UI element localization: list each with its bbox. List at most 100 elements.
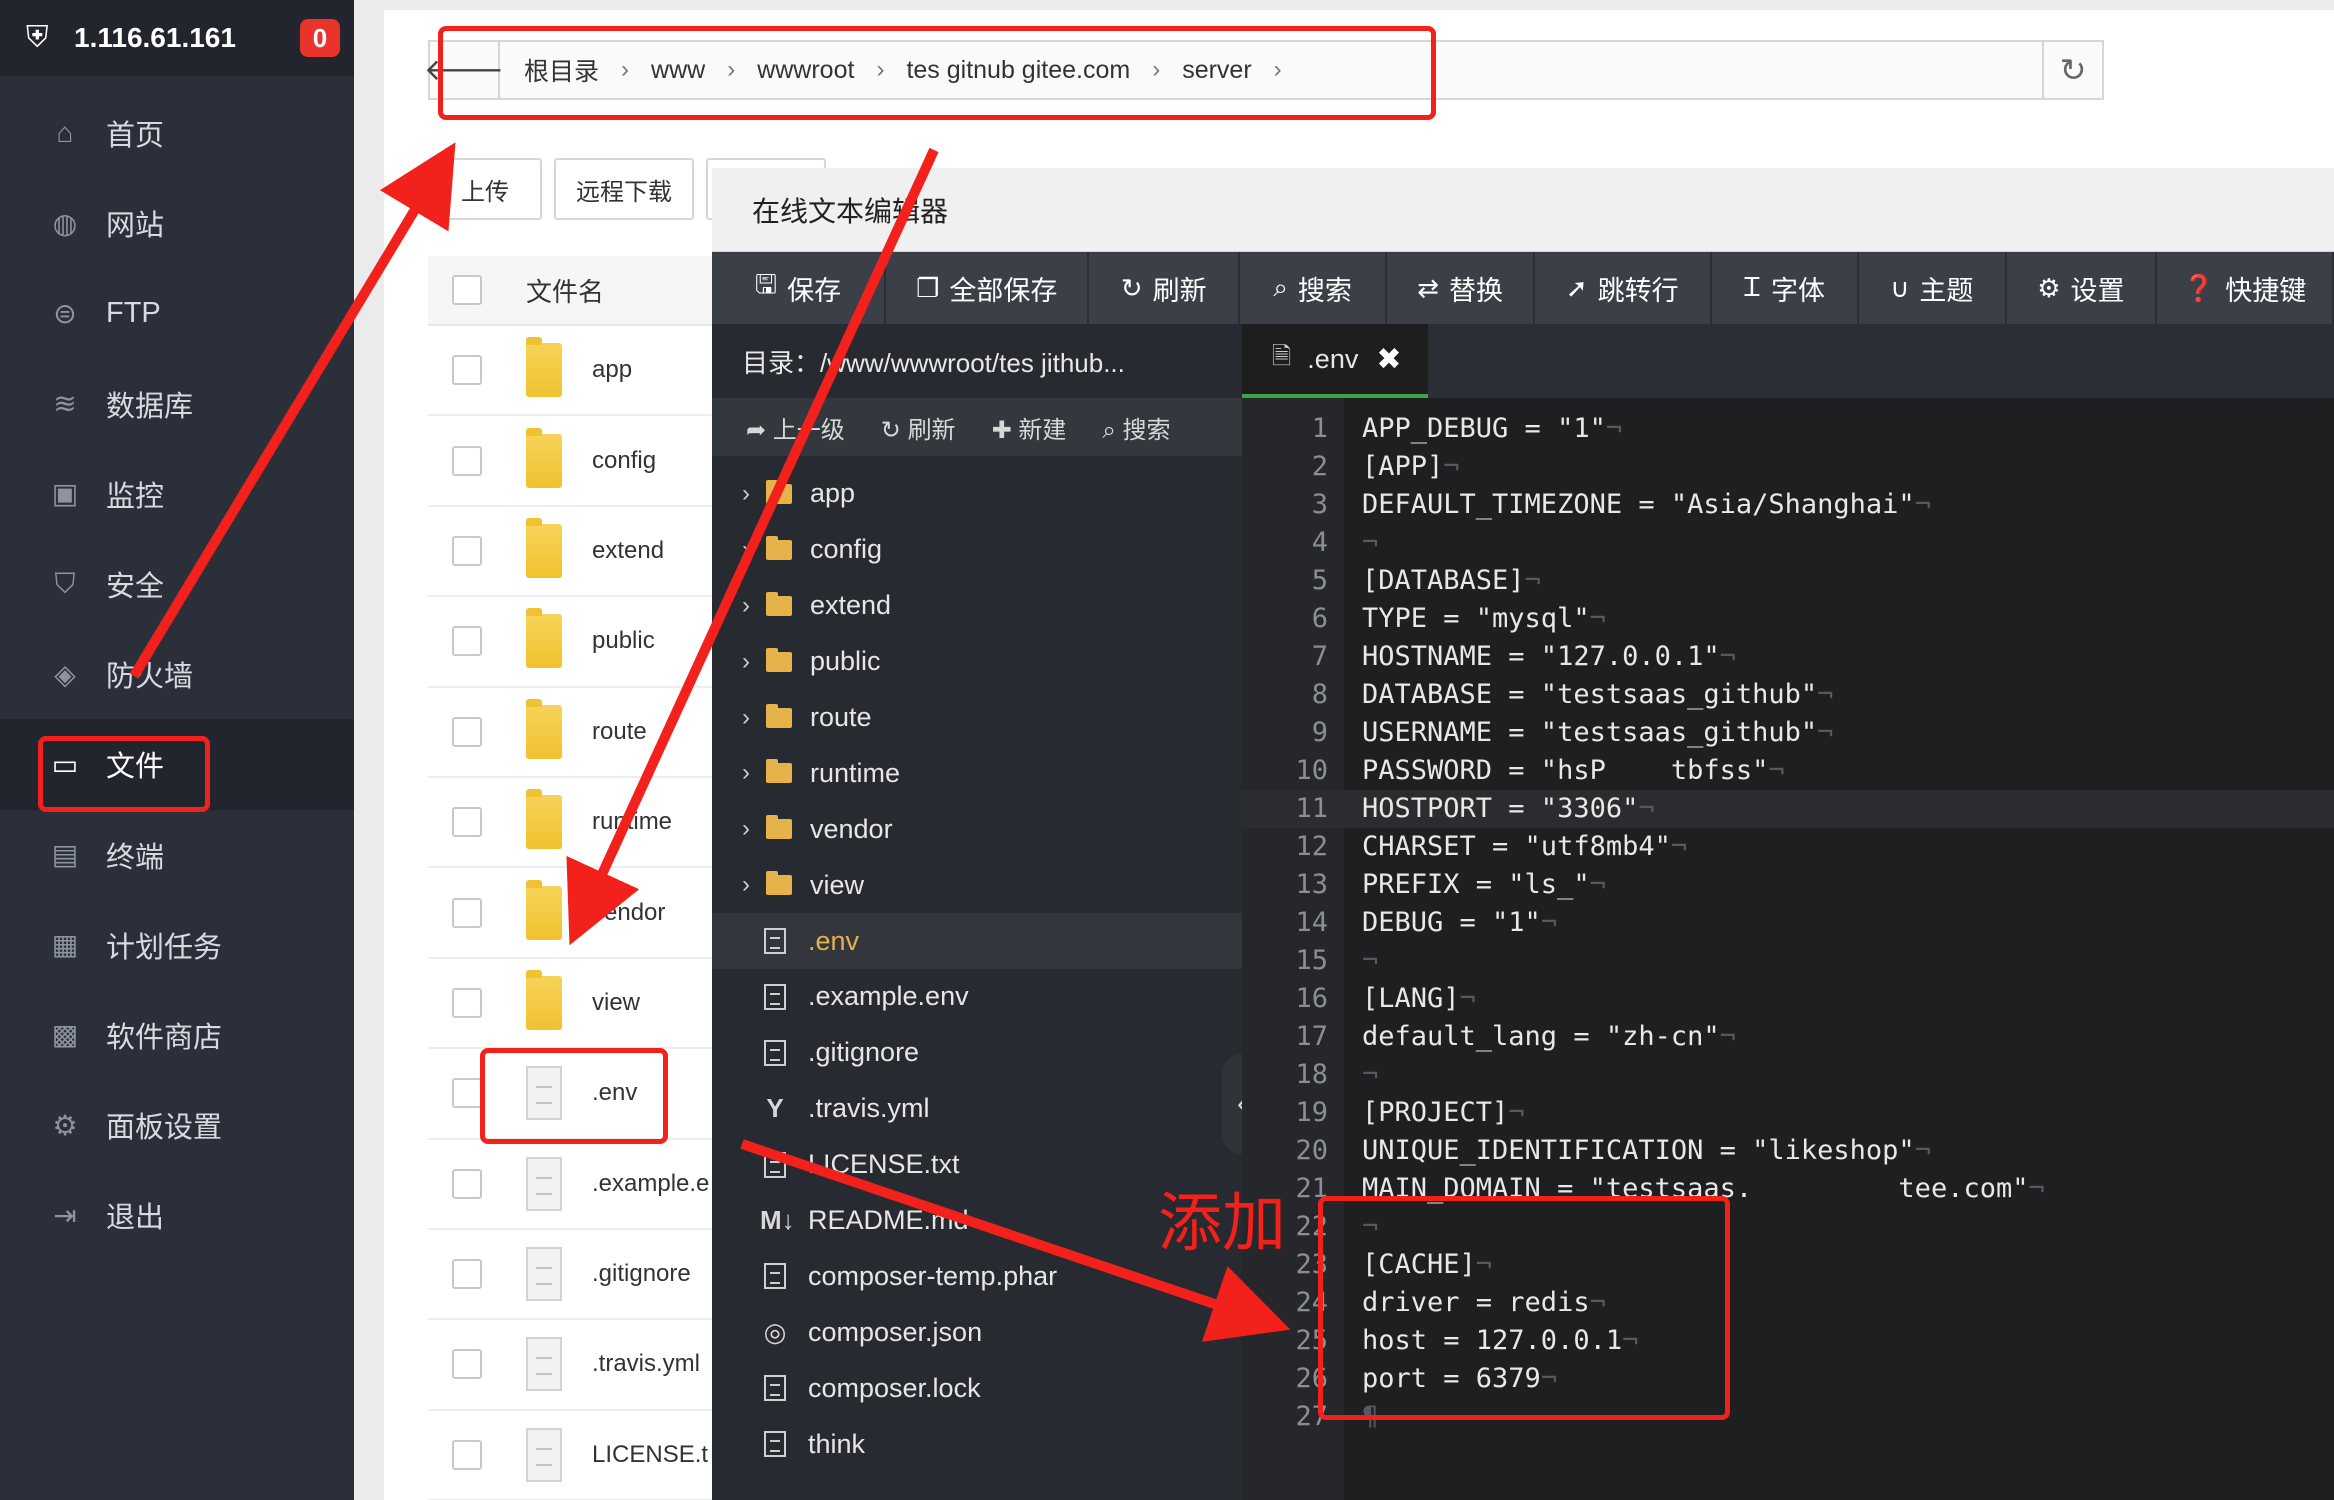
sidebar-item-10[interactable]: ▩ 软件商店 [0,990,354,1080]
file-name[interactable]: LICENSE.t [592,1441,708,1469]
tree-item[interactable]: › vendor [712,801,1242,857]
table-row[interactable]: .travis.yml [428,1320,728,1411]
row-checkbox[interactable] [452,716,482,747]
tree-item[interactable]: think [712,1416,1242,1472]
editor-save-button[interactable]: 🖫 保存 [712,252,886,324]
tree-item[interactable]: .example.env [712,969,1242,1025]
table-row[interactable]: route [428,688,728,778]
refresh-icon[interactable]: ↻ [2042,42,2102,98]
row-checkbox[interactable] [452,355,482,386]
editor-replace-button[interactable]: ⇄ 替换 [1387,252,1535,324]
table-row[interactable]: public [428,597,728,688]
sidebar-item-11[interactable]: ⚙ 面板设置 [0,1080,354,1170]
row-checkbox[interactable] [452,1168,482,1199]
file-name[interactable]: vendor [592,899,665,927]
tree-item[interactable]: Y .travis.yml [712,1081,1242,1137]
select-all-checkbox[interactable] [452,275,482,305]
tree-up-button[interactable]: ➦ 上一级 [746,410,845,445]
file-name[interactable]: route [592,718,647,746]
row-checkbox[interactable] [452,1078,482,1109]
file-name[interactable]: .gitignore [592,1260,691,1288]
tree-search-label: 搜索 [1122,416,1171,444]
file-name[interactable]: app [592,356,632,384]
tree-search-button[interactable]: ⌕ 搜索 [1102,410,1170,445]
editor-save-all-button[interactable]: ❐ 全部保存 [886,252,1090,324]
chevron-right-icon[interactable]: › [726,815,766,843]
tree-refresh-button[interactable]: ↻ 刷新 [881,410,956,445]
file-name[interactable]: extend [592,537,664,565]
table-row[interactable]: .gitignore [428,1230,728,1321]
chevron-right-icon[interactable]: › [726,480,766,508]
tab-env[interactable]: 🗎 .env ✖ [1242,324,1428,398]
file-name[interactable]: view [592,989,640,1017]
table-row[interactable]: .example.e [428,1140,728,1230]
sidebar-item-8[interactable]: ▤ 终端 [0,810,354,900]
table-row[interactable]: extend [428,507,728,598]
sidebar-item-5[interactable]: ⛉ 安全 [0,539,354,629]
tree-item[interactable]: › app [712,466,1242,522]
table-row[interactable]: LICENSE.t [428,1411,728,1500]
row-checkbox[interactable] [452,897,482,928]
sidebar-item-1[interactable]: ◍ 网站 [0,178,354,268]
editor-theme-button[interactable]: ∪ 主题 [1859,252,2007,324]
editor-help-button[interactable]: ❓ 快捷键 [2157,252,2334,324]
file-name[interactable]: runtime [592,808,672,836]
row-checkbox[interactable] [452,1349,482,1380]
chevron-right-icon[interactable]: › [726,759,766,787]
row-checkbox[interactable] [452,1259,482,1290]
chevron-right-icon[interactable]: › [726,704,766,732]
file-name[interactable]: config [592,447,656,475]
chevron-right-icon[interactable]: › [726,648,766,676]
tree-item[interactable]: › config [712,522,1242,578]
sidebar-item-9[interactable]: ▦ 计划任务 [0,900,354,990]
editor-font-button[interactable]: Ꮖ 字体 [1712,252,1860,324]
tree-item[interactable]: .gitignore [712,1025,1242,1081]
row-checkbox[interactable] [452,807,482,838]
editor-settings-button[interactable]: ⚙ 设置 [2007,252,2158,324]
sidebar-item-6[interactable]: ◈ 防火墙 [0,629,354,719]
file-name[interactable]: .travis.yml [592,1350,700,1378]
tree-item[interactable]: .env [712,913,1242,970]
table-row[interactable]: app [428,326,728,417]
code-text: HOSTNAME = "127.0.0.1"¬ [1362,641,1736,672]
chevron-right-icon[interactable]: › [726,871,766,899]
row-checkbox[interactable] [452,987,482,1018]
tree-new-button[interactable]: ✚ 新建 [992,410,1067,445]
sidebar-item-2[interactable]: ⊜ FTP [0,268,354,358]
upload-button[interactable]: 上传 [428,158,542,220]
table-row[interactable]: config [428,416,728,507]
notification-badge[interactable]: 0 [300,19,340,57]
remote-download-button[interactable]: 远程下载 [554,158,694,220]
tree-item[interactable]: ◎ composer.json [712,1304,1242,1360]
sidebar-item-4[interactable]: ▣ 监控 [0,449,354,539]
row-checkbox[interactable] [452,535,482,566]
close-tab-icon[interactable]: ✖ [1376,342,1401,377]
table-row[interactable]: view [428,959,728,1050]
sidebar-item-label: 面板设置 [106,1112,223,1145]
sidebar-item-0[interactable]: ⌂ 首页 [0,88,354,178]
code-line: 18 ¬ [1242,1056,2334,1094]
chevron-right-icon[interactable]: › [726,592,766,620]
file-name[interactable]: .example.e [592,1170,709,1198]
sidebar-item-3[interactable]: ≋ 数据库 [0,359,354,449]
tree-item[interactable]: composer.lock [712,1360,1242,1416]
code-text: default_lang = "zh-cn"¬ [1362,1021,1736,1052]
table-row[interactable]: vendor [428,868,728,959]
row-checkbox[interactable] [452,626,482,657]
row-checkbox[interactable] [452,1439,482,1470]
tree-item[interactable]: › extend [712,578,1242,634]
tree-item[interactable]: › public [712,634,1242,690]
eol-marker: ¬ [1719,1021,1736,1052]
editor-goto-line-button[interactable]: ➚ 跳转行 [1535,252,1712,324]
sidebar-item-12[interactable]: ⇥ 退出 [0,1170,354,1260]
tree-item[interactable]: › route [712,690,1242,746]
tree-item[interactable]: › runtime [712,745,1242,801]
line-number: 2 [1311,451,1328,482]
tree-item[interactable]: › view [712,857,1242,913]
table-row[interactable]: runtime [428,778,728,869]
editor-search-button[interactable]: ⌕ 搜索 [1240,252,1388,324]
editor-refresh-button[interactable]: ↻ 刷新 [1089,252,1240,324]
row-checkbox[interactable] [452,445,482,476]
file-name[interactable]: public [592,627,655,655]
chevron-right-icon[interactable]: › [726,536,766,564]
